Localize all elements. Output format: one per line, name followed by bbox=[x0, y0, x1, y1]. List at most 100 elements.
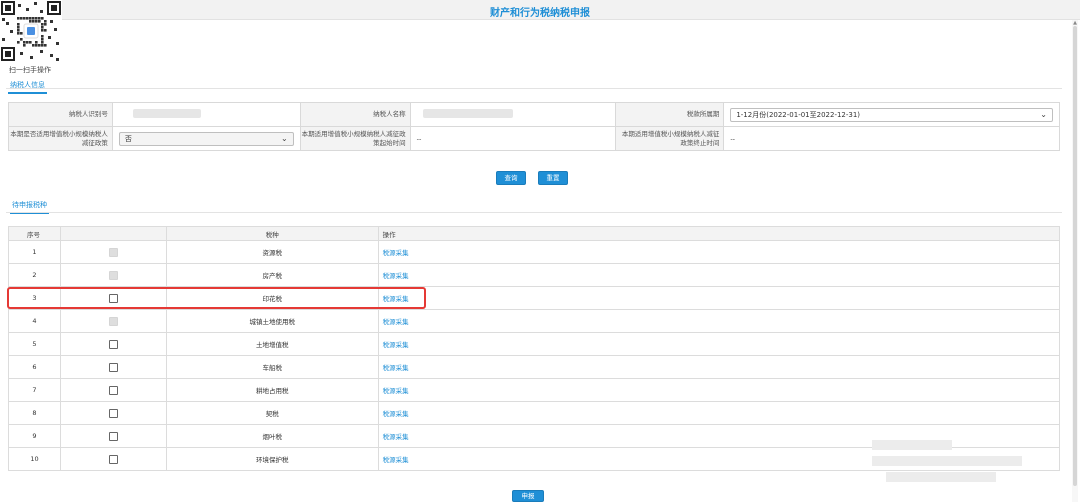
row-number: 8 bbox=[8, 401, 61, 425]
page: 财产和行为税纳税申报 扫一扫手操作 纳税人信息 纳税人识别号 纳税人名称 税款所… bbox=[0, 0, 1080, 502]
tax-type: 土地增值税 bbox=[165, 332, 379, 356]
tab-divider bbox=[6, 88, 1062, 89]
tax-type: 城镇土地使用税 bbox=[165, 309, 379, 333]
row-operation-cell: 税源采集 bbox=[377, 240, 1061, 264]
tab-divider bbox=[6, 212, 1062, 213]
row-select-cell bbox=[59, 355, 167, 379]
taxpayer-id-label: 纳税人识别号 bbox=[8, 102, 113, 127]
row-operation-cell: 税源采集 bbox=[377, 401, 1061, 425]
row-operation-cell: 税源采集 bbox=[377, 309, 1061, 333]
tax-source-collect-link[interactable]: 税源采集 bbox=[383, 387, 409, 395]
row-select-cell bbox=[59, 401, 167, 425]
table-row: 6 车船税 税源采集 bbox=[8, 355, 1061, 379]
row-checkbox[interactable] bbox=[108, 362, 118, 372]
row-select-cell bbox=[59, 332, 167, 356]
table-row: 7 耕地占用税 税源采集 bbox=[8, 378, 1061, 402]
taxpayer-name-label: 纳税人名称 bbox=[299, 102, 411, 127]
qr-caption: 扫一扫手操作 bbox=[9, 66, 51, 74]
row-select-cell bbox=[59, 424, 167, 448]
tax-type: 耕地占用税 bbox=[165, 378, 379, 402]
table-row: 4 城镇土地使用税 税源采集 bbox=[8, 309, 1061, 333]
title-bar: 财产和行为税纳税申报 bbox=[0, 0, 1080, 20]
row-number: 4 bbox=[8, 309, 61, 333]
tax-source-collect-link[interactable]: 税源采集 bbox=[383, 318, 409, 326]
row-select-cell bbox=[59, 309, 167, 333]
tax-source-collect-link[interactable]: 税源采集 bbox=[383, 456, 409, 464]
redacted-area bbox=[886, 472, 996, 482]
tax-source-collect-link[interactable]: 税源采集 bbox=[383, 364, 409, 372]
tax-period-label: 税款所属期 bbox=[615, 102, 725, 127]
policy-start-label: 本期适用增值税小规模纳税人减征政策起始时间 bbox=[299, 126, 411, 151]
chevron-down-icon: ⌄ bbox=[1040, 109, 1047, 119]
row-checkbox[interactable] bbox=[108, 293, 118, 303]
tax-period-value: 1-12月份(2022-01-01至2022-12-31) bbox=[736, 110, 861, 119]
table-row: 3 印花税 税源采集 bbox=[8, 286, 1061, 310]
row-checkbox[interactable] bbox=[108, 454, 118, 464]
page-title: 财产和行为税纳税申报 bbox=[490, 8, 590, 19]
col-header-operation: 操作 bbox=[377, 226, 1061, 241]
row-operation-cell: 税源采集 bbox=[377, 378, 1061, 402]
row-operation-cell: 税源采集 bbox=[377, 355, 1061, 379]
tax-type: 烟叶税 bbox=[165, 424, 379, 448]
row-number: 2 bbox=[8, 263, 61, 287]
tax-type: 契税 bbox=[165, 401, 379, 425]
taxpayer-info-form: 纳税人识别号 纳税人名称 税款所属期 1-12月份(2022-01-01至202… bbox=[8, 102, 1060, 151]
row-operation-cell: 税源采集 bbox=[377, 424, 1061, 448]
col-header-select bbox=[59, 226, 167, 241]
row-checkbox bbox=[108, 247, 118, 257]
tax-type: 印花税 bbox=[165, 286, 379, 310]
tax-type: 房产税 bbox=[165, 263, 379, 287]
taxpayer-id-value bbox=[111, 102, 301, 127]
tax-period-cell: 1-12月份(2022-01-01至2022-12-31) ⌄ bbox=[723, 102, 1060, 127]
row-select-cell bbox=[59, 263, 167, 287]
col-header-tax: 税种 bbox=[165, 226, 379, 241]
row-number: 5 bbox=[8, 332, 61, 356]
row-number: 7 bbox=[8, 378, 61, 402]
table-row: 5 土地增值税 税源采集 bbox=[8, 332, 1061, 356]
tax-source-collect-link[interactable]: 税源采集 bbox=[383, 433, 409, 441]
row-select-cell bbox=[59, 286, 167, 310]
small-scale-value: 否 bbox=[124, 134, 132, 143]
row-operation-cell: 税源采集 bbox=[377, 332, 1061, 356]
row-checkbox[interactable] bbox=[108, 408, 118, 418]
query-button[interactable]: 查询 bbox=[496, 171, 526, 185]
tax-type: 环境保护税 bbox=[165, 447, 379, 471]
row-select-cell bbox=[59, 447, 167, 471]
taxpayer-name-value bbox=[409, 102, 617, 127]
tax-source-collect-link[interactable]: 税源采集 bbox=[383, 272, 409, 280]
policy-end-value: -- bbox=[723, 126, 1060, 151]
row-number: 3 bbox=[8, 286, 61, 310]
row-checkbox bbox=[108, 270, 118, 280]
tax-source-collect-link[interactable]: 税源采集 bbox=[383, 295, 409, 303]
tab-pending-taxes[interactable]: 待申报税种 bbox=[10, 200, 49, 214]
row-checkbox[interactable] bbox=[108, 431, 118, 441]
tax-source-collect-link[interactable]: 税源采集 bbox=[383, 341, 409, 349]
row-checkbox[interactable] bbox=[108, 385, 118, 395]
submit-button[interactable]: 申报 bbox=[512, 490, 544, 502]
small-scale-select[interactable]: 否 ⌄ bbox=[118, 131, 294, 146]
row-checkbox bbox=[108, 316, 118, 326]
tax-source-collect-link[interactable]: 税源采集 bbox=[383, 249, 409, 257]
tax-grid: 序号 税种 操作 1 资源税 税源采集 2 房产税 税源采集 3 印花税 税源采集 4 城镇土地使用… bbox=[8, 226, 1061, 471]
policy-end-label: 本期适用增值税小规模纳税人减征政策终止时间 bbox=[615, 126, 725, 151]
qr-code-icon bbox=[0, 0, 62, 62]
row-number: 1 bbox=[8, 240, 61, 264]
vertical-scrollbar[interactable] bbox=[1072, 20, 1078, 502]
tax-type: 车船税 bbox=[165, 355, 379, 379]
row-checkbox[interactable] bbox=[108, 339, 118, 349]
table-row: 8 契税 税源采集 bbox=[8, 401, 1061, 425]
grid-header: 序号 税种 操作 bbox=[8, 226, 1061, 241]
row-number: 6 bbox=[8, 355, 61, 379]
tax-source-collect-link[interactable]: 税源采集 bbox=[383, 410, 409, 418]
row-select-cell bbox=[59, 378, 167, 402]
redacted-area bbox=[872, 456, 1022, 466]
small-scale-cell: 否 ⌄ bbox=[111, 126, 301, 151]
small-scale-label: 本期是否适用增值税小规模纳税人减征政策 bbox=[8, 126, 113, 151]
tax-period-select[interactable]: 1-12月份(2022-01-01至2022-12-31) ⌄ bbox=[730, 107, 1053, 122]
scroll-up-icon[interactable]: ▲ bbox=[1072, 20, 1078, 26]
reset-button[interactable]: 重置 bbox=[538, 171, 568, 185]
row-operation-cell: 税源采集 bbox=[377, 263, 1061, 287]
policy-start-value: -- bbox=[409, 126, 617, 151]
row-number: 10 bbox=[8, 447, 61, 471]
row-select-cell bbox=[59, 240, 167, 264]
